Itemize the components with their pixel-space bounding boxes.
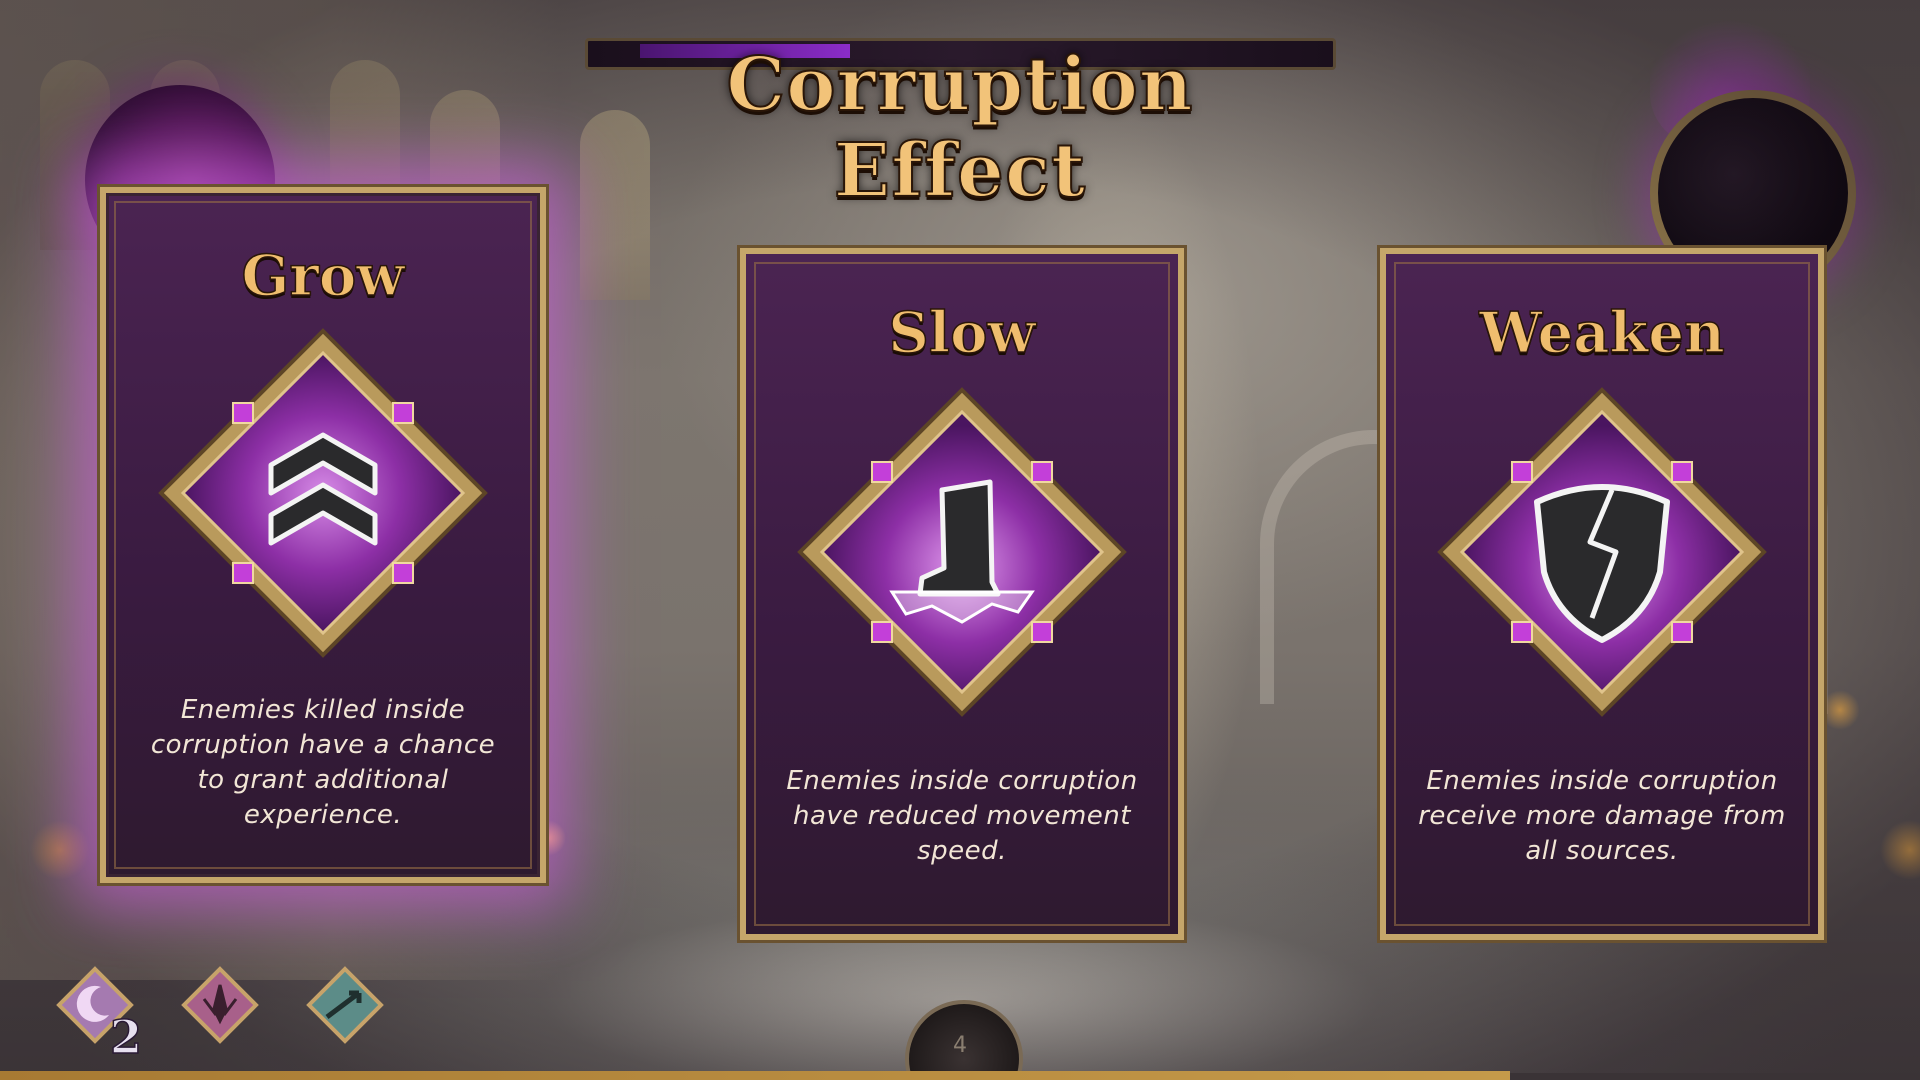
card-description: Enemies inside corruption have reduced m…: [786, 766, 1138, 866]
ability-count: 2: [109, 1009, 143, 1065]
broken-shield-icon: [1437, 387, 1767, 717]
leaf-ability-icon[interactable]: [180, 965, 260, 1045]
experience-bar-empty: [1510, 1073, 1920, 1080]
experience-bar-fill: [0, 1071, 1510, 1080]
card-title: Slow: [888, 299, 1037, 367]
card-description: Enemies inside corruption receive more d…: [1418, 766, 1786, 866]
arrow-ability-icon[interactable]: [305, 965, 385, 1045]
effect-card-grow[interactable]: Grow Enemies killed inside corruption ha…: [97, 184, 549, 886]
screen-title: Corruption Effect: [725, 41, 1194, 215]
frozen-boot-icon: [797, 387, 1127, 717]
double-chevron-up-icon: [158, 328, 488, 658]
wave-number: 4: [953, 1033, 967, 1058]
card-title: Weaken: [1479, 299, 1726, 367]
effect-card-weaken[interactable]: Weaken Enemies inside corruption receive…: [1377, 245, 1827, 943]
card-description: Enemies killed inside corruption have a …: [150, 695, 496, 830]
game-scene: Corruption Effect Grow Enemies killed in…: [0, 0, 1920, 1080]
effect-card-slow[interactable]: Slow Enemies inside corruption have redu…: [737, 245, 1187, 943]
card-title: Grow: [241, 242, 405, 310]
